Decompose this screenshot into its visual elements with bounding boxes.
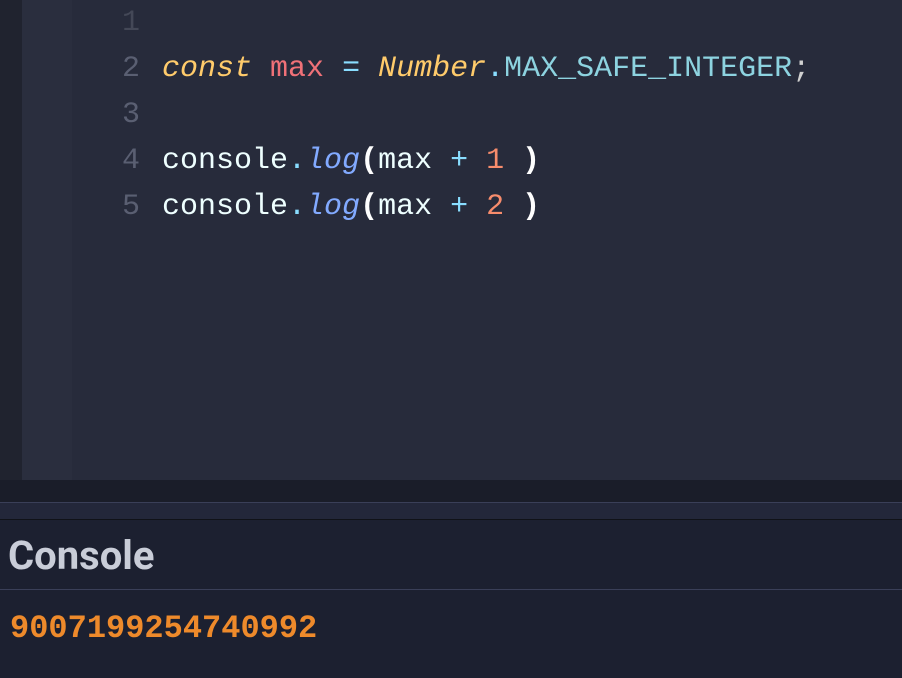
method-log: log [306,144,360,178]
number-literal: 1 [486,144,504,178]
operator-plus: + [450,144,468,178]
workspace: 1 2 3 4 5 const max = Number.MAX_SAFE_IN… [0,0,902,678]
prop-max-safe-integer: MAX_SAFE_INTEGER [504,52,792,86]
class-number: Number [378,52,486,86]
keyword-const: const [162,52,252,86]
semicolon: ; [792,52,810,86]
operator-plus: + [450,190,468,224]
console-header: Console [0,520,902,589]
dot: . [486,52,504,86]
code-line-4[interactable]: console.log(max + 1 ) [162,138,902,184]
identifier-max: max [378,144,432,178]
console-body[interactable]: 9007199254740992 [0,590,902,668]
editor-gutter-margin [22,0,72,480]
code-area[interactable]: const max = Number.MAX_SAFE_INTEGER; con… [162,0,902,480]
dot: . [288,190,306,224]
paren-open: ( [360,190,378,224]
editor-pane: 1 2 3 4 5 const max = Number.MAX_SAFE_IN… [0,0,902,480]
line-number: 2 [72,46,140,92]
line-number: 5 [72,184,140,230]
code-line-1[interactable] [162,0,902,46]
console-title: Console [8,532,894,579]
identifier-max: max [378,190,432,224]
number-literal: 2 [486,190,504,224]
line-number: 1 [72,0,140,46]
object-console: console [162,144,288,178]
paren-close: ) [522,144,540,178]
pane-divider [0,480,902,502]
paren-open: ( [360,144,378,178]
method-log: log [306,190,360,224]
console-output-line: 9007199254740992 [10,608,892,650]
paren-close: ) [522,190,540,224]
console-panel: Console 9007199254740992 [0,520,902,678]
operator-equals: = [342,52,360,86]
dot: . [288,144,306,178]
code-line-2[interactable]: const max = Number.MAX_SAFE_INTEGER; [162,46,902,92]
editor-gutter-fold [0,0,22,480]
line-number: 3 [72,92,140,138]
object-console: console [162,190,288,224]
line-number-gutter: 1 2 3 4 5 [72,0,162,480]
code-line-5[interactable]: console.log(max + 2 ) [162,184,902,230]
identifier-max: max [270,52,324,86]
editor-main[interactable]: 1 2 3 4 5 const max = Number.MAX_SAFE_IN… [72,0,902,480]
code-line-3[interactable] [162,92,902,138]
pane-resize-handle[interactable] [0,502,902,520]
line-number: 4 [72,138,140,184]
